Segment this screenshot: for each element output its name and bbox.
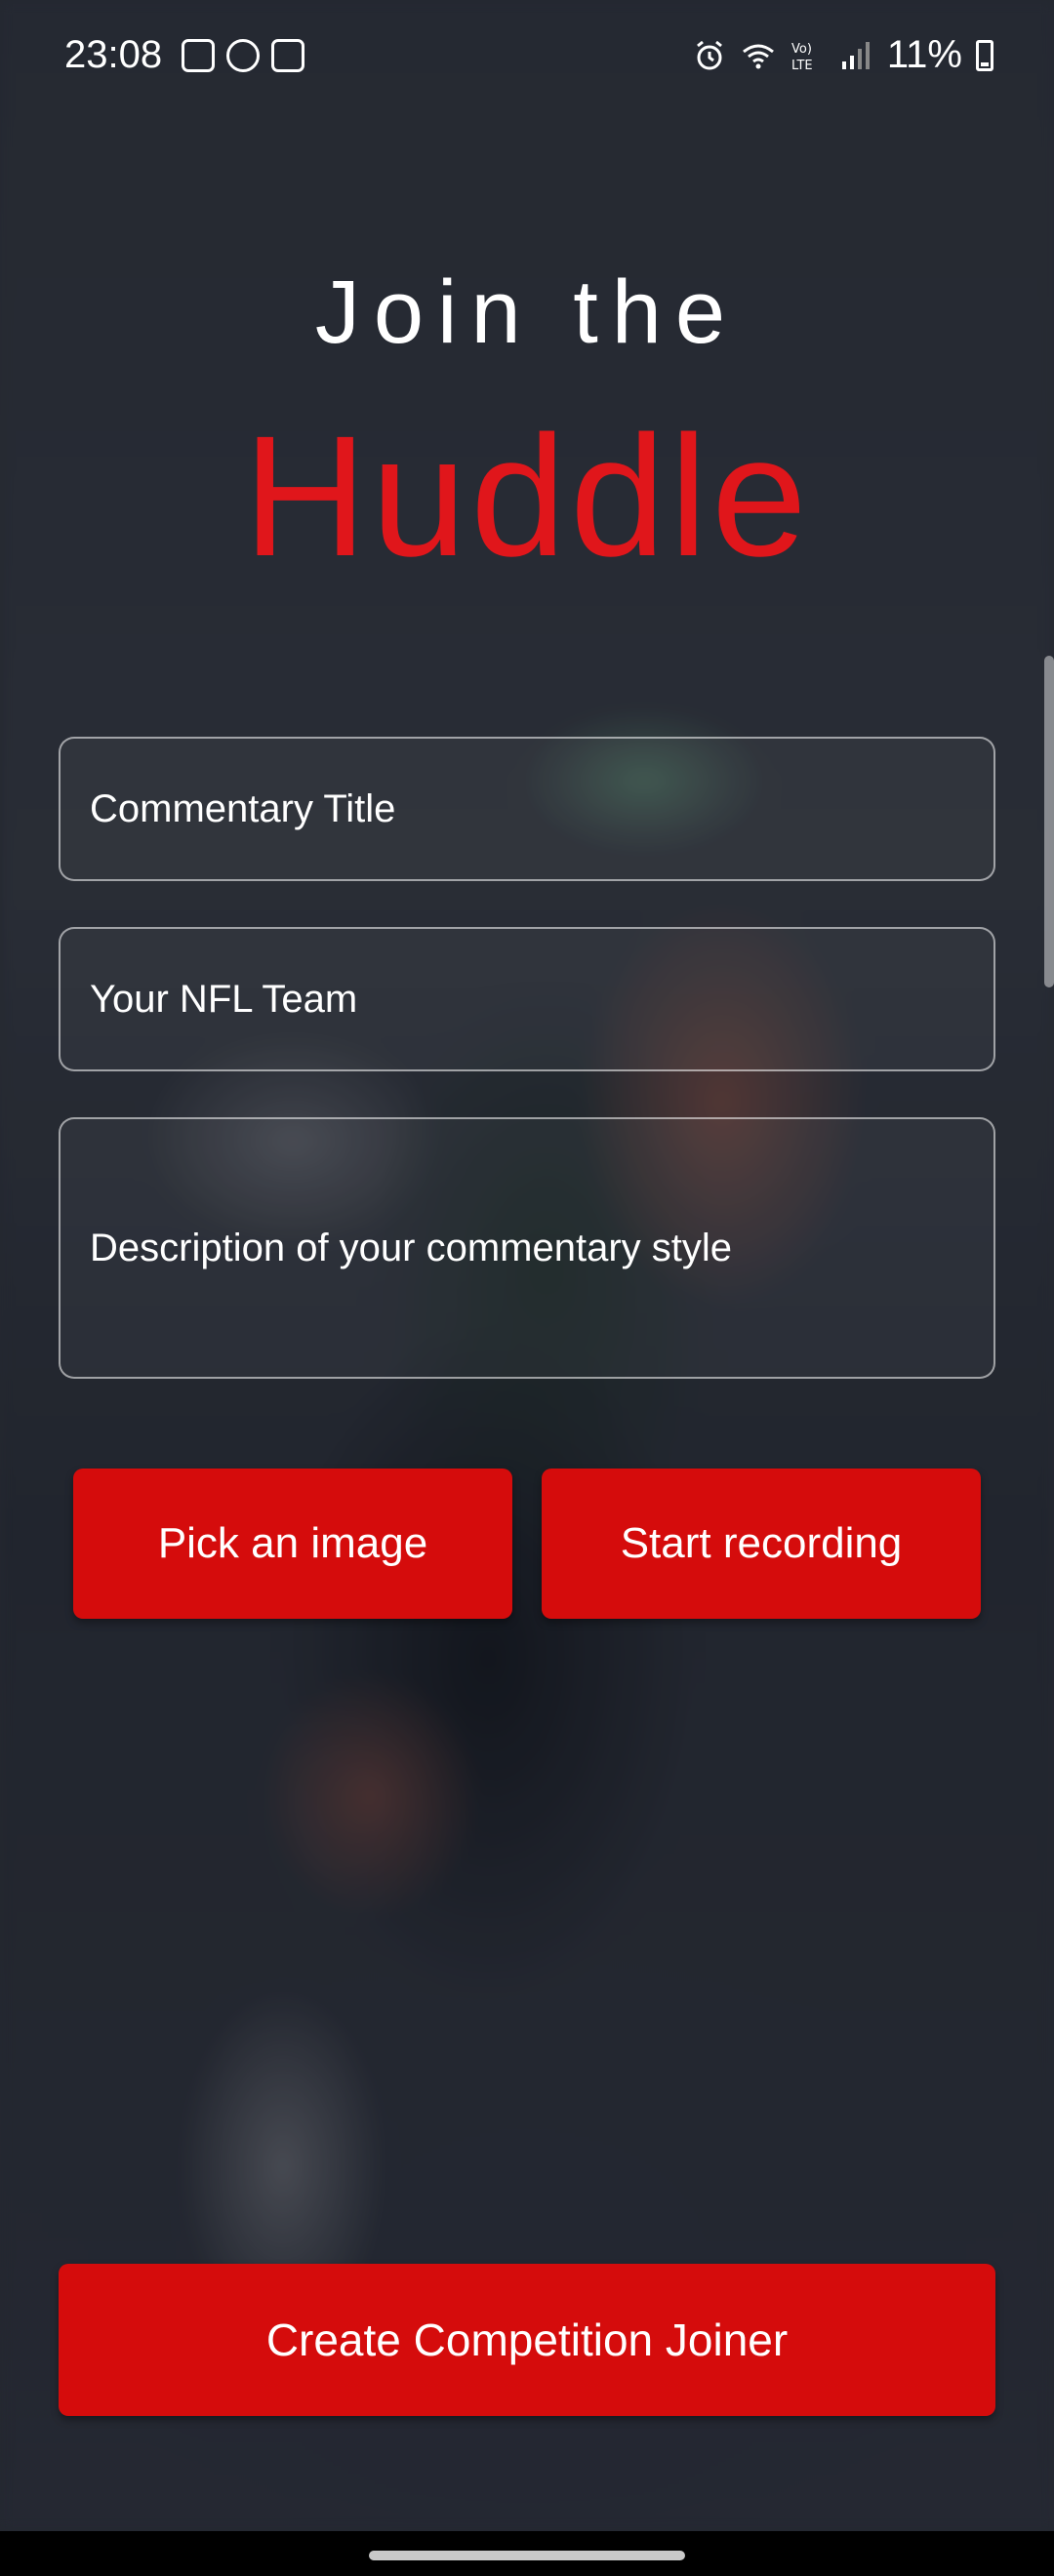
status-left-icons: [182, 39, 304, 72]
wifi-icon: [742, 44, 774, 68]
commentary-title-placeholder: Commentary Title: [90, 786, 396, 830]
header-line-1: Join the: [314, 262, 740, 362]
status-right-icons: Vo) LTE 11%: [692, 33, 993, 77]
header-line-2: Huddle: [243, 401, 811, 592]
battery-percent: 11%: [886, 33, 962, 76]
nfl-team-placeholder: Your NFL Team: [90, 977, 358, 1021]
create-competition-joiner-button[interactable]: Create Competition Joiner: [59, 2264, 995, 2416]
sync-icon: [226, 39, 260, 72]
scrollbar[interactable]: [1044, 656, 1054, 987]
alarm-icon: [696, 40, 722, 69]
pick-image-button[interactable]: Pick an image: [73, 1469, 512, 1619]
svg-text:Vo): Vo): [791, 42, 812, 57]
screenshot-icon: [182, 39, 215, 72]
commentary-description-placeholder: Description of your commentary style: [90, 1226, 733, 1269]
start-recording-button[interactable]: Start recording: [542, 1469, 981, 1619]
screen-record-icon: [271, 39, 304, 72]
status-bar: 23:08 Vo) LTE 11%: [0, 0, 1054, 112]
signal-icon: [841, 41, 870, 69]
svg-text:LTE: LTE: [791, 59, 813, 73]
battery-icon: [976, 39, 993, 71]
home-gesture-handle[interactable]: [369, 2551, 685, 2560]
commentary-description-input[interactable]: Description of your commentary style: [59, 1117, 995, 1379]
app-screen: 23:08 Vo) LTE 11% Join the Huddle Commen…: [0, 0, 1054, 2531]
nfl-team-input[interactable]: Your NFL Team: [59, 927, 995, 1071]
status-time: 23:08: [64, 33, 163, 76]
commentary-title-input[interactable]: Commentary Title: [59, 737, 995, 881]
volte-icon: Vo) LTE: [791, 42, 813, 73]
